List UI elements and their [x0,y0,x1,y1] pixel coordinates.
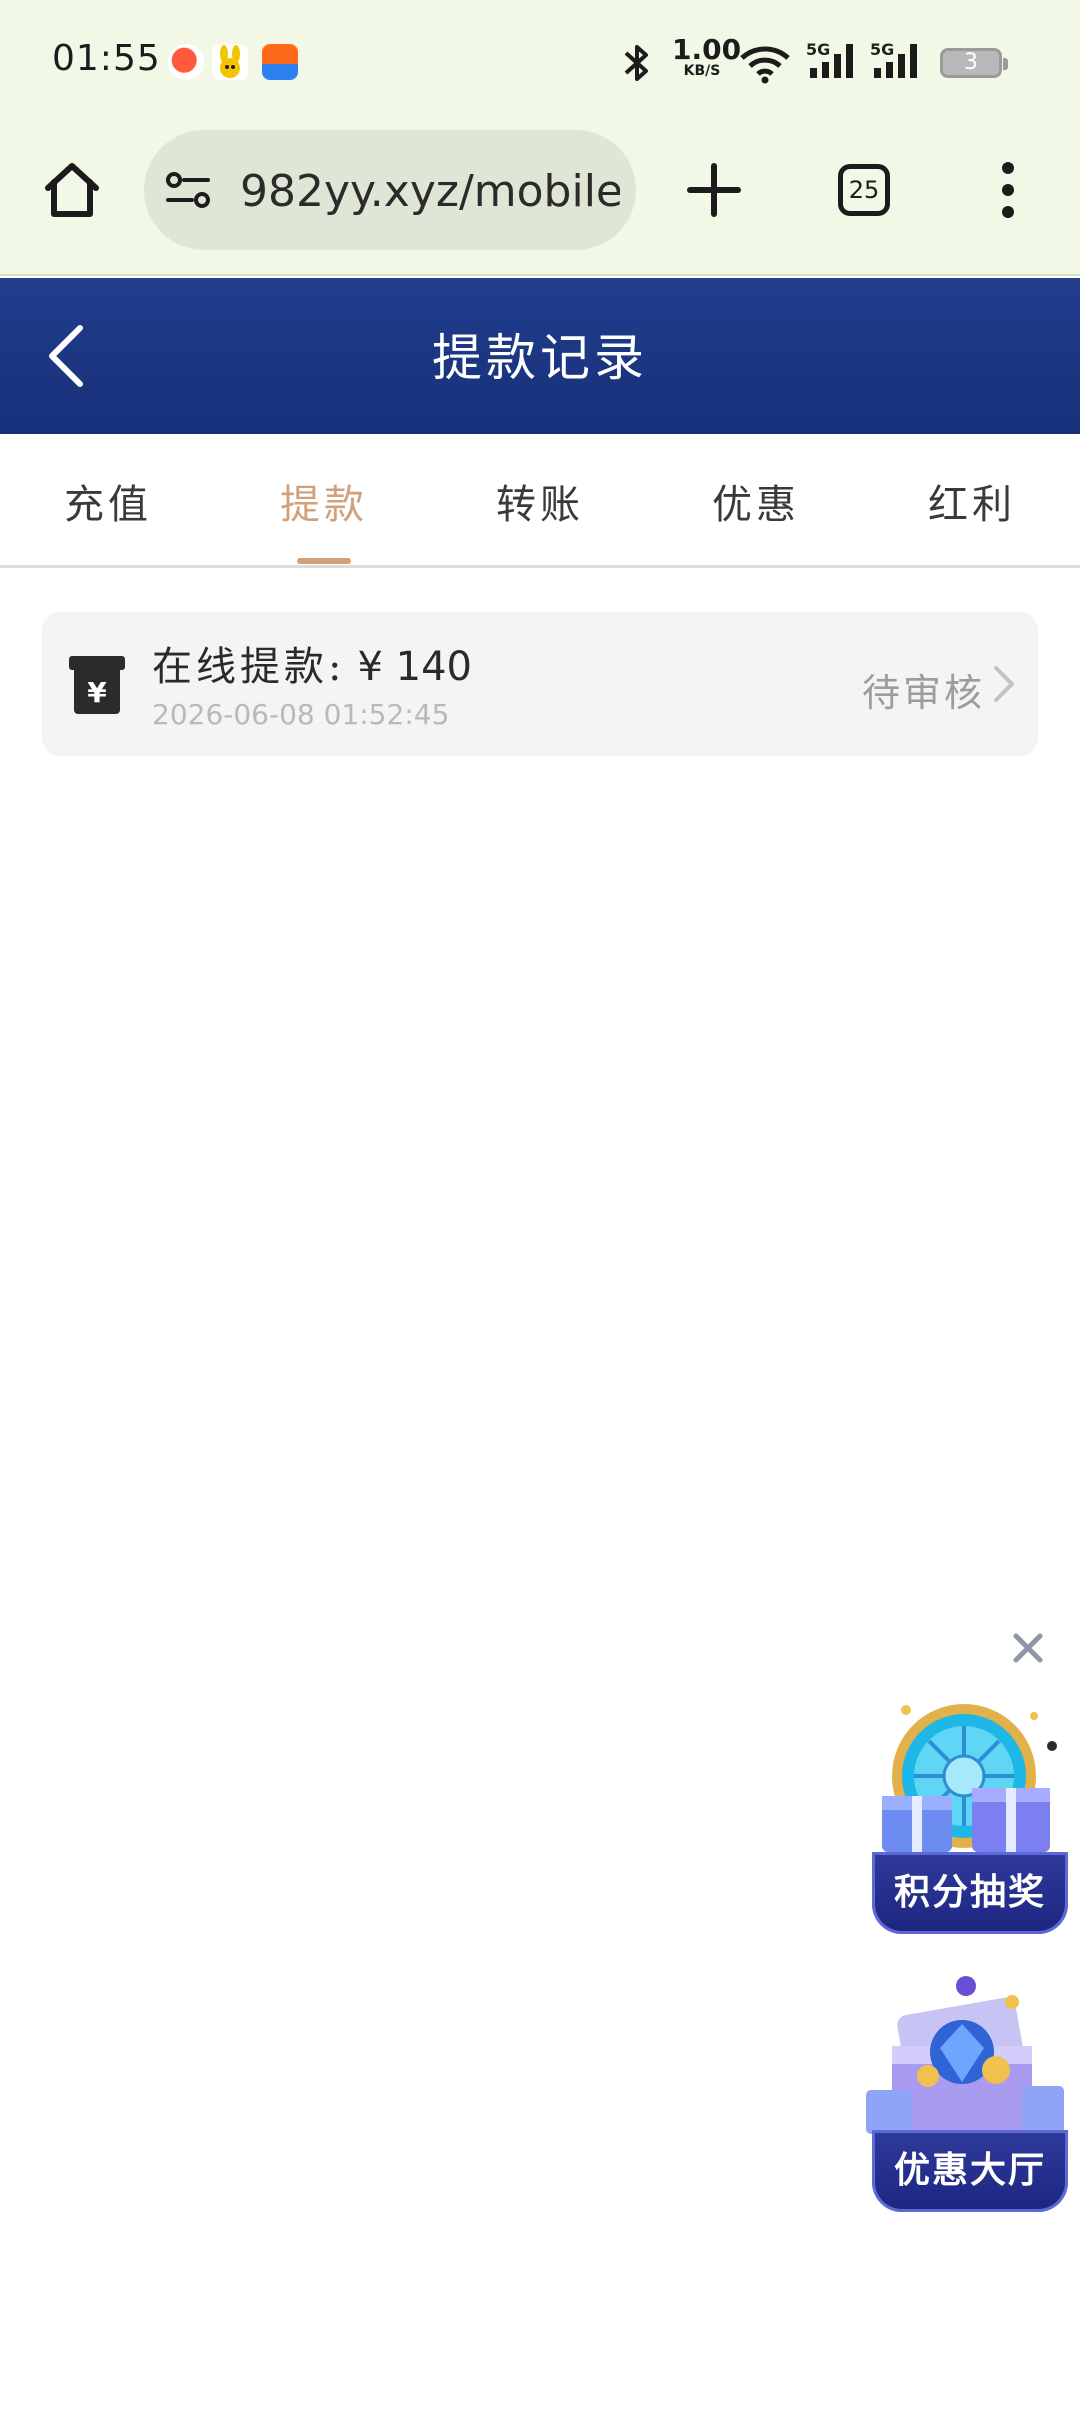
chevron-right-icon [994,666,1014,702]
bluetooth-icon [624,45,648,81]
treasure-chest-icon [866,1976,1064,2134]
new-tab-icon[interactable] [684,160,744,220]
record-title: 在线提款: ¥ 140 [152,634,472,692]
points-lottery-label: 积分抽奖 [872,1852,1068,1934]
url-text[interactable]: 982yy.xyz/mobile/ [240,166,620,217]
home-icon[interactable] [40,158,104,222]
record-type: 在线提款: [152,644,346,690]
browser-toolbar: 982yy.xyz/mobile/ 25 [0,126,1080,276]
app-notification-icon [212,44,248,80]
withdraw-yuan-icon: ¥ [69,656,125,714]
tab-recharge[interactable]: 充值 [0,472,216,530]
status-badge: 待审核 [862,671,986,715]
points-lottery-button[interactable]: 积分抽奖 [862,1686,1068,1934]
page-header: 提款记录 [0,278,1080,434]
app-notification-icon [262,44,298,80]
cell-signal-icon: 5G [870,40,924,80]
wifi-icon [740,46,790,84]
list-item[interactable]: ¥ 在线提款: ¥ 140 2026-06-08 01:52:45 待审核 [42,612,1038,756]
record-type-tabs: 充值 提款 转账 优惠 红利 [0,434,1080,568]
more-menu-icon[interactable] [996,160,1020,220]
prize-wheel-icon [882,1704,1057,1852]
svg-text:¥: ¥ [87,676,107,709]
close-icon[interactable] [1010,1630,1046,1666]
page-title: 提款记录 [432,329,648,387]
status-time: 01:55 [52,38,161,79]
tab-bonus[interactable]: 红利 [864,472,1080,530]
tab-transfer[interactable]: 转账 [432,472,648,530]
active-tab-indicator [297,558,351,564]
network-speed: 1.00 KB/S [672,33,742,79]
cell-signal-icon: 5G [806,40,860,80]
status-bar: 01:55 1.00 KB/S 5G 5G 3 [0,0,1080,126]
address-bar[interactable]: 982yy.xyz/mobile/ [144,130,636,250]
app-notification-icon [168,44,204,80]
tab-switcher-button[interactable]: 25 [838,164,890,216]
promotion-hall-label: 优惠大厅 [872,2130,1068,2212]
battery-icon: 3 [940,48,1008,78]
promotion-hall-button[interactable]: 优惠大厅 [862,1966,1068,2212]
record-timestamp: 2026-06-08 01:52:45 [152,698,450,731]
tab-promotion[interactable]: 优惠 [648,472,864,530]
site-settings-icon[interactable] [164,170,212,210]
tab-withdraw[interactable]: 提款 [216,472,432,530]
record-amount: ¥ 140 [357,644,472,690]
